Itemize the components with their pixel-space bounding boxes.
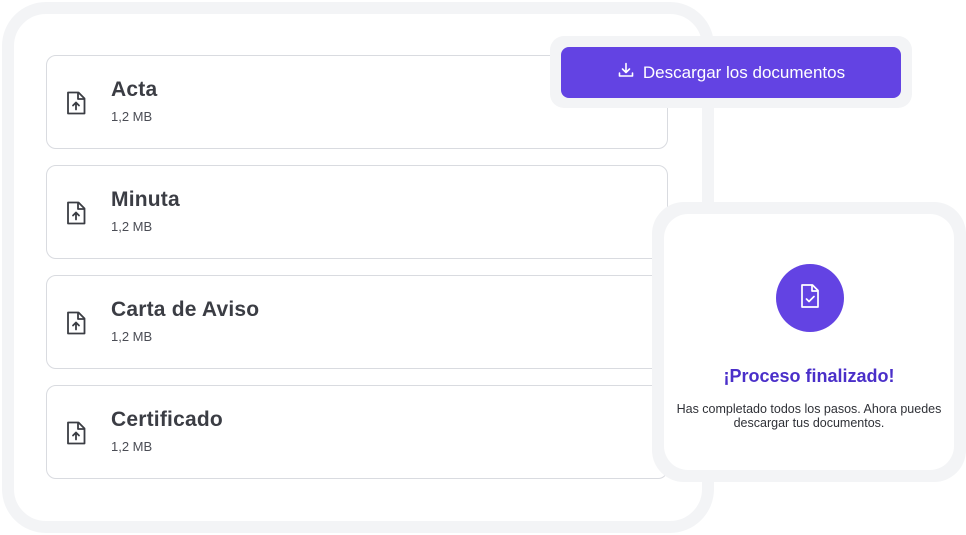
file-upload-icon [65, 310, 87, 336]
file-check-icon [798, 282, 822, 315]
download-documents-button[interactable]: Descargar los documentos [561, 47, 901, 98]
document-title: Acta [111, 78, 158, 101]
document-title: Certificado [111, 408, 223, 431]
file-upload-icon [65, 200, 87, 226]
document-size: 1,2 MB [111, 439, 153, 454]
completion-message: Has completado todos los pasos. Ahora pu… [676, 402, 942, 430]
completion-badge [776, 264, 844, 332]
completion-title: ¡Proceso finalizado! [723, 366, 895, 386]
document-size: 1,2 MB [111, 219, 153, 234]
document-size: 1,2 MB [111, 109, 153, 124]
document-title: Carta de Aviso [111, 298, 260, 321]
document-card-minuta[interactable]: Minuta 1,2 MB [46, 165, 668, 259]
document-title: Minuta [111, 188, 180, 211]
document-size: 1,2 MB [111, 329, 153, 344]
file-upload-icon [65, 420, 87, 446]
document-card-carta-de-aviso[interactable]: Carta de Aviso 1,2 MB [46, 275, 668, 369]
download-button-label: Descargar los documentos [642, 62, 846, 82]
document-card-certificado[interactable]: Certificado 1,2 MB [46, 385, 668, 479]
stage: Acta 1,2 MB Minuta 1,2 MB Carta de Aviso… [0, 0, 966, 535]
file-upload-icon [65, 90, 87, 116]
download-icon [617, 61, 635, 84]
completion-card [664, 214, 954, 470]
